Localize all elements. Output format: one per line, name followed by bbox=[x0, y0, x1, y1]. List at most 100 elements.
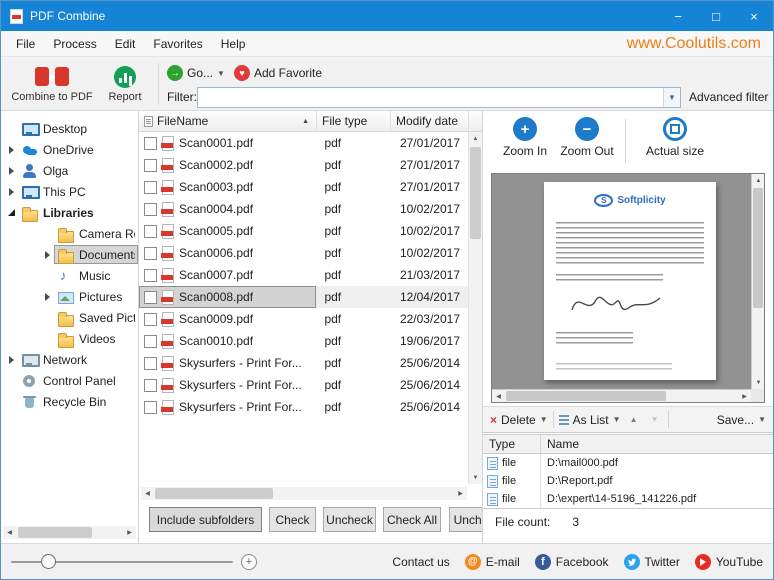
tree-item[interactable]: Network bbox=[1, 349, 138, 370]
column-header-type[interactable]: Type bbox=[483, 435, 541, 453]
scrollbar-thumb[interactable] bbox=[155, 488, 273, 499]
scroll-left-arrow[interactable]: ◀ bbox=[3, 526, 16, 539]
contact-us-link[interactable]: Contact us bbox=[392, 555, 449, 569]
zoom-plus-button[interactable]: + bbox=[241, 554, 257, 570]
advanced-filter-link[interactable]: Advanced filter bbox=[689, 90, 768, 104]
scrollbar-thumb[interactable] bbox=[506, 391, 666, 401]
maximize-button[interactable]: □ bbox=[697, 1, 735, 31]
file-checkbox[interactable] bbox=[144, 225, 157, 238]
youtube-link[interactable]: YouTube bbox=[695, 554, 763, 570]
tree-item[interactable]: Camera Roll bbox=[1, 223, 138, 244]
file-checkbox[interactable] bbox=[144, 159, 157, 172]
scrollbar-thumb[interactable] bbox=[753, 188, 763, 308]
move-up-button[interactable]: ▲ bbox=[626, 411, 642, 429]
file-checkbox[interactable] bbox=[144, 401, 157, 414]
close-button[interactable]: × bbox=[735, 1, 773, 31]
file-list-horizontal-scrollbar[interactable]: ◀ ▶ bbox=[141, 487, 467, 500]
menu-favorites[interactable]: Favorites bbox=[144, 32, 211, 56]
column-header-name[interactable]: Name bbox=[541, 437, 773, 451]
file-list-vertical-scrollbar[interactable]: ▲ ▼ bbox=[468, 132, 482, 484]
file-row[interactable]: Scan0002.pdf pdf 27/01/2017 bbox=[139, 154, 468, 176]
file-checkbox[interactable] bbox=[144, 313, 157, 326]
file-checkbox[interactable] bbox=[144, 379, 157, 392]
tree-expand-arrow[interactable] bbox=[5, 356, 18, 364]
tree-item[interactable]: Libraries bbox=[1, 202, 138, 223]
tree-expand-arrow[interactable] bbox=[5, 167, 18, 175]
zoom-slider-knob[interactable] bbox=[41, 554, 56, 569]
column-header-filename[interactable]: FileName ▲ bbox=[139, 111, 317, 131]
menu-process[interactable]: Process bbox=[44, 32, 105, 56]
file-checkbox[interactable] bbox=[144, 291, 157, 304]
file-row[interactable]: Scan0004.pdf pdf 10/02/2017 bbox=[139, 198, 468, 220]
scroll-down-arrow[interactable]: ▼ bbox=[752, 376, 765, 389]
file-row[interactable]: Scan0006.pdf pdf 10/02/2017 bbox=[139, 242, 468, 264]
file-row[interactable]: Scan0008.pdf pdf 12/04/2017 bbox=[139, 286, 468, 308]
file-row[interactable]: Scan0003.pdf pdf 27/01/2017 bbox=[139, 176, 468, 198]
scroll-left-arrow[interactable]: ◀ bbox=[141, 487, 154, 500]
tree-item[interactable]: Documents bbox=[1, 244, 138, 265]
delete-button[interactable]: × Delete ▼ bbox=[490, 413, 548, 427]
website-link[interactable]: www.Coolutils.com bbox=[627, 35, 761, 53]
file-row[interactable]: Scan0010.pdf pdf 19/06/2017 bbox=[139, 330, 468, 352]
result-file-row[interactable]: file D:\expert\14-5196_141226.pdf bbox=[483, 490, 773, 508]
twitter-link[interactable]: Twitter bbox=[624, 554, 680, 570]
file-checkbox[interactable] bbox=[144, 357, 157, 370]
file-checkbox[interactable] bbox=[144, 269, 157, 282]
scrollbar-thumb[interactable] bbox=[470, 147, 481, 239]
uncheck-all-button[interactable]: Uncheck All bbox=[449, 507, 483, 532]
preview-horizontal-scrollbar[interactable]: ◀ ▶ bbox=[492, 389, 751, 402]
tree-item[interactable]: Olga bbox=[1, 160, 138, 181]
uncheck-button[interactable]: Uncheck bbox=[323, 507, 376, 532]
file-row[interactable]: Scan0001.pdf pdf 27/01/2017 bbox=[139, 132, 468, 154]
scroll-up-arrow[interactable]: ▲ bbox=[752, 174, 765, 187]
scroll-down-arrow[interactable]: ▼ bbox=[469, 471, 482, 484]
tree-horizontal-scrollbar[interactable]: ◀ ▶ bbox=[3, 526, 136, 539]
menu-file[interactable]: File bbox=[7, 32, 44, 56]
file-row[interactable]: Skysurfers - Print For... pdf 25/06/2014 bbox=[139, 374, 468, 396]
check-all-button[interactable]: Check All bbox=[383, 507, 441, 532]
tree-item[interactable]: This PC bbox=[1, 181, 138, 202]
tree-item[interactable]: Desktop bbox=[1, 118, 138, 139]
actual-size-button[interactable]: Actual size bbox=[636, 117, 714, 158]
zoom-in-button[interactable]: + Zoom In bbox=[495, 117, 555, 158]
preview-vertical-scrollbar[interactable]: ▲ ▼ bbox=[751, 174, 764, 389]
email-link[interactable]: @ E-mail bbox=[465, 554, 520, 570]
minimize-button[interactable]: − bbox=[659, 1, 697, 31]
go-button[interactable]: → Go... ▼ bbox=[167, 65, 225, 81]
tree-item[interactable]: Music bbox=[1, 265, 138, 286]
file-row[interactable]: Skysurfers - Print For... pdf 25/06/2014 bbox=[139, 352, 468, 374]
tree-expand-arrow[interactable] bbox=[41, 251, 54, 259]
tree-expand-arrow[interactable] bbox=[41, 293, 54, 301]
facebook-link[interactable]: f Facebook bbox=[535, 554, 609, 570]
result-file-row[interactable]: file D:\mail000.pdf bbox=[483, 454, 773, 472]
tree-item[interactable]: Control Panel bbox=[1, 370, 138, 391]
combine-to-pdf-button[interactable]: Combine to PDF bbox=[7, 60, 97, 108]
check-button[interactable]: Check bbox=[269, 507, 316, 532]
scroll-right-arrow[interactable]: ▶ bbox=[123, 526, 136, 539]
tree-item[interactable]: Saved Pictures bbox=[1, 307, 138, 328]
tree-item[interactable]: Videos bbox=[1, 328, 138, 349]
file-row[interactable]: Skysurfers - Print For... pdf 25/06/2014 bbox=[139, 396, 468, 418]
include-subfolders-button[interactable]: Include subfolders bbox=[149, 507, 262, 532]
menu-help[interactable]: Help bbox=[212, 32, 255, 56]
file-checkbox[interactable] bbox=[144, 181, 157, 194]
file-row[interactable]: Scan0009.pdf pdf 22/03/2017 bbox=[139, 308, 468, 330]
scroll-left-arrow[interactable]: ◀ bbox=[492, 390, 505, 403]
scroll-right-arrow[interactable]: ▶ bbox=[454, 487, 467, 500]
as-list-button[interactable]: As List ▼ bbox=[559, 413, 621, 427]
filter-dropdown-button[interactable]: ▼ bbox=[663, 88, 680, 107]
file-checkbox[interactable] bbox=[144, 247, 157, 260]
tree-item[interactable]: Pictures bbox=[1, 286, 138, 307]
save-button[interactable]: Save... ▼ bbox=[717, 413, 766, 427]
file-checkbox[interactable] bbox=[144, 137, 157, 150]
file-row[interactable]: Scan0005.pdf pdf 10/02/2017 bbox=[139, 220, 468, 242]
tree-expand-arrow[interactable] bbox=[5, 209, 18, 216]
add-favorite-button[interactable]: ♥ Add Favorite bbox=[234, 65, 322, 81]
scroll-right-arrow[interactable]: ▶ bbox=[738, 390, 751, 403]
result-file-row[interactable]: file D:\Report.pdf bbox=[483, 472, 773, 490]
tree-item[interactable]: OneDrive bbox=[1, 139, 138, 160]
scroll-up-arrow[interactable]: ▲ bbox=[469, 132, 482, 145]
file-checkbox[interactable] bbox=[144, 335, 157, 348]
column-header-filetype[interactable]: File type bbox=[317, 111, 391, 131]
report-button[interactable]: Report bbox=[99, 60, 151, 108]
